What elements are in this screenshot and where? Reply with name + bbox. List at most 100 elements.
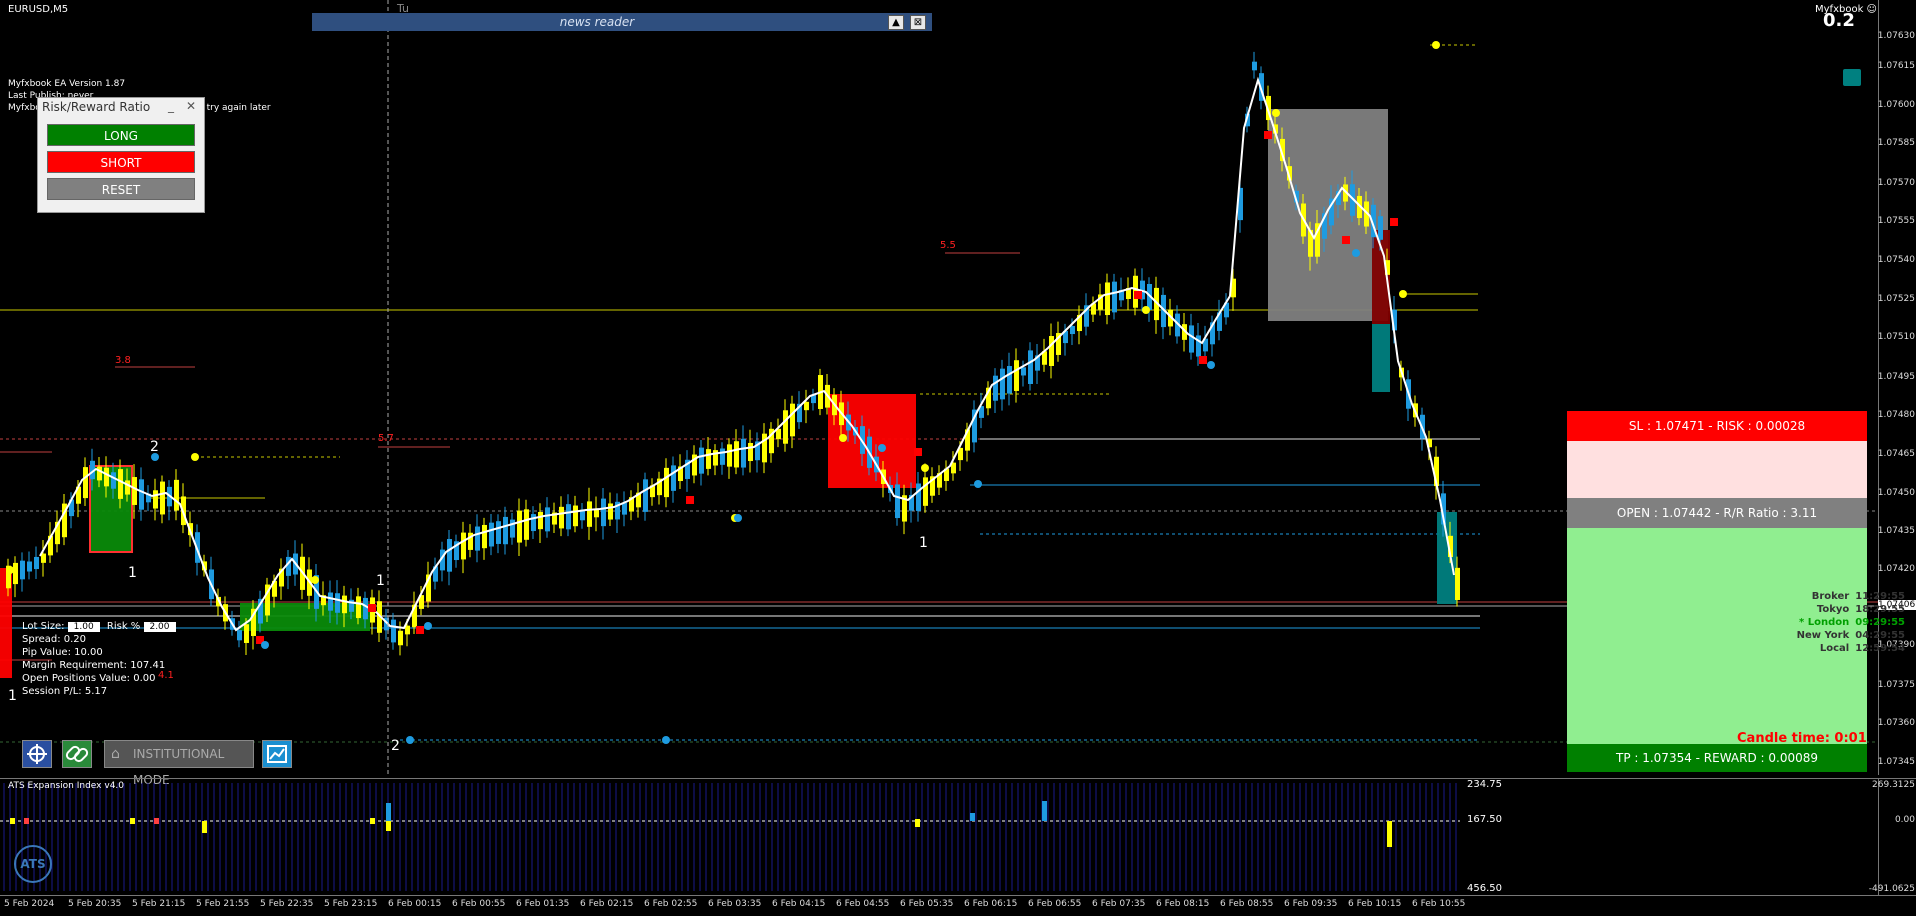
candle-body: [153, 490, 158, 509]
candle-body: [34, 556, 39, 570]
signal-marker: [1199, 356, 1207, 364]
chart-symbol-label: EURUSD,M5: [8, 4, 69, 15]
candle-body: [405, 625, 410, 635]
time-tick: 6 Feb 00:55: [452, 899, 506, 909]
session-row: * London 09:29:55: [1799, 617, 1905, 628]
crosshair-icon[interactable]: [22, 740, 52, 768]
signal-marker: [1142, 306, 1150, 314]
news-reader-bar[interactable]: news reader ▲ ⊠: [312, 13, 932, 31]
candle-body: [174, 479, 179, 511]
candle-body: [671, 465, 676, 491]
indicator-bar: [24, 818, 29, 824]
ratio-label: 5.5: [940, 240, 956, 251]
candle-body: [538, 511, 543, 530]
candle-body: [1070, 325, 1075, 335]
zone-box: [1437, 512, 1457, 604]
candle-body: [790, 403, 795, 437]
candle-body: [1014, 360, 1019, 391]
ratio-label: 5.7: [378, 433, 394, 444]
candle-body: [328, 592, 333, 611]
ats-expansion-index-panel[interactable]: [0, 778, 1878, 896]
link-icon[interactable]: [62, 740, 92, 768]
candle-body: [132, 477, 137, 505]
time-tick: 5 Feb 21:15: [132, 899, 186, 909]
signal-marker: [974, 480, 982, 488]
chart-screenshot-icon[interactable]: [262, 740, 292, 768]
price-tick: 1.07585: [1877, 138, 1915, 148]
reset-button[interactable]: RESET: [47, 178, 195, 200]
candle-body: [608, 503, 613, 520]
long-button[interactable]: LONG: [47, 124, 195, 146]
price-tick: 1.07555: [1877, 216, 1915, 226]
candle-body: [447, 539, 452, 572]
candle-body: [601, 498, 606, 527]
position-calculator-panel: Lot Size: 1.00 Risk % 2.00 Spread: 0.20 …: [22, 620, 176, 698]
candle-body: [139, 479, 144, 510]
candle-body: [895, 484, 900, 519]
candle-body: [923, 477, 928, 506]
candle-body: [160, 481, 165, 515]
lot-size-input[interactable]: 1.00: [67, 622, 100, 632]
ea-info-line: Myfxbook EA Version 1.87: [8, 79, 126, 89]
candle-body: [1007, 366, 1012, 394]
indicator-bar: [154, 818, 159, 824]
candle-body: [356, 596, 361, 619]
ratio-label: 4.1: [158, 670, 174, 681]
institutional-mode-button[interactable]: ⌂ INSTITUTIONAL MODE: [104, 740, 254, 787]
signal-marker: [686, 496, 694, 504]
ratio-label: 3.8: [115, 355, 131, 366]
candle-body: [622, 502, 627, 515]
signal-marker: [662, 736, 670, 744]
time-tick: 6 Feb 10:55: [1412, 899, 1466, 909]
wave-label: 1: [376, 573, 385, 589]
candle-body: [727, 444, 732, 467]
candle-body: [1028, 350, 1033, 384]
candle-body: [664, 467, 669, 498]
price-tick: 1.07570: [1877, 178, 1915, 188]
candle-body: [1189, 325, 1194, 353]
signal-marker: [1342, 236, 1350, 244]
candle-time-label: Candle time: 0:01: [1737, 731, 1867, 746]
risk-reward-panel[interactable]: Risk/Reward Ratio _ ✕ LONG SHORT RESET: [37, 97, 205, 213]
candle-body: [335, 593, 340, 613]
take-profit-bar[interactable]: TP : 1.07354 - REWARD : 0.00089: [1567, 744, 1867, 772]
price-tick: 1.07510: [1877, 332, 1915, 342]
stop-loss-bar[interactable]: SL : 1.07471 - RISK : 0.00028: [1567, 411, 1867, 441]
close-button[interactable]: ✕: [186, 99, 196, 113]
ats-logo: ATS: [14, 845, 52, 883]
candle-body: [545, 507, 550, 532]
signal-marker: [878, 444, 886, 452]
session-row: New York 04:29:55: [1796, 630, 1905, 641]
candle-body: [461, 532, 466, 560]
indicator-bar: [10, 818, 15, 824]
price-axis: 1.07630 1.07615 1.07600 1.07585 1.07570 1.075…: [1878, 0, 1916, 775]
minimize-button[interactable]: _: [168, 99, 174, 113]
news-reader-collapse-button[interactable]: ▲: [888, 15, 904, 30]
time-tick: 6 Feb 06:55: [1028, 899, 1082, 909]
risk-percent-input[interactable]: 2.00: [143, 622, 176, 632]
indicator-level-label: 167.50: [1467, 814, 1502, 825]
signal-marker: [311, 576, 319, 584]
wave-label: 2: [391, 738, 400, 754]
candle-body: [573, 505, 578, 527]
signal-markers: [6, 41, 1440, 744]
news-reader-close-button[interactable]: ⊠: [910, 15, 926, 30]
indicator-grid: [3, 783, 1457, 891]
candle-body: [13, 562, 18, 585]
price-tick: 1.07345: [1877, 757, 1915, 767]
time-tick: 5 Feb 23:15: [324, 899, 378, 909]
candle-body: [244, 624, 249, 643]
short-button[interactable]: SHORT: [47, 151, 195, 173]
candle-body: [1455, 567, 1460, 600]
indicator-bar: [1387, 821, 1392, 847]
candle-body: [804, 401, 809, 411]
candle-body: [1252, 61, 1257, 71]
session-row: Broker 11:29:55: [1811, 591, 1905, 602]
candle-body: [363, 597, 368, 620]
candle-body: [27, 561, 32, 572]
time-tick: 5 Feb 21:55: [196, 899, 250, 909]
candle-body: [1021, 367, 1026, 376]
indicator-bars: [10, 801, 1392, 847]
open-price-bar[interactable]: OPEN : 1.07442 - R/R Ratio : 3.11: [1567, 498, 1867, 528]
open-positions-text: Open Positions Value: 0.00: [22, 673, 156, 684]
